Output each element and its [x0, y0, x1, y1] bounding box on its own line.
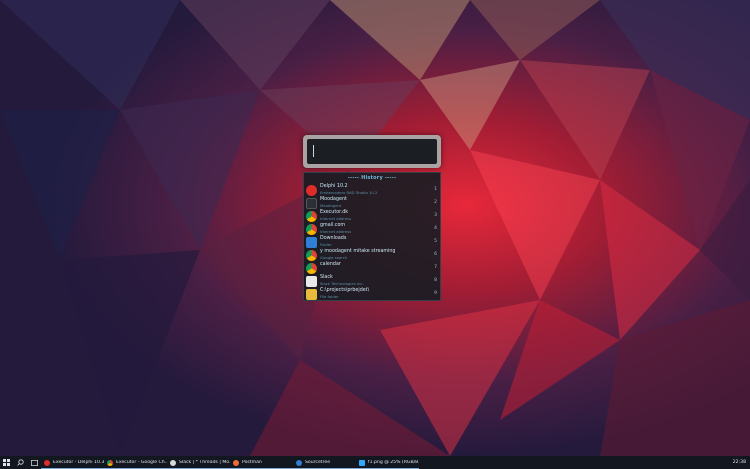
history-item-project-folder[interactable]: C:\projects\prbejdet\ File folder 9 [304, 288, 440, 301]
history-item-gmail[interactable]: gmail.com Internet address 4 [304, 223, 440, 236]
taskbar-item-slack[interactable]: Slack | * Threads | Mo... [167, 456, 230, 469]
history-item-subtitle: Slack Technologies Inc. [320, 281, 364, 286]
delphi-rx-icon [44, 459, 50, 466]
history-item-number: 6 [434, 252, 437, 257]
taskbar-item-label: Postman [242, 460, 262, 465]
history-item-subtitle: Google search [320, 255, 348, 260]
history-item-number: 9 [434, 291, 437, 296]
launcher-search-input[interactable] [307, 139, 437, 164]
taskbar-item-label: Slack | * Threads | Mo... [179, 460, 230, 465]
slack-icon [170, 459, 176, 466]
history-item-number: 1 [434, 187, 437, 192]
history-item-subtitle: Internet address [320, 216, 352, 221]
history-item-number: 8 [434, 278, 437, 283]
history-item-slack[interactable]: Slack Slack Technologies Inc. 8 [304, 275, 440, 288]
taskbar-item-postman[interactable]: Postman [230, 456, 293, 469]
task-view-icon [30, 459, 38, 466]
chrome-icon [107, 459, 113, 466]
history-header: ----- History ----- [347, 175, 397, 181]
history-item-delphi[interactable]: Delphi 10.2 Embarcadero RAD Studio 10.2 … [304, 184, 440, 197]
start-button[interactable] [0, 456, 13, 469]
taskbar-item-sourcetree[interactable]: Sourcetree [293, 456, 356, 469]
taskbar-item-label: f1.png @ 25% (RGB/8... [368, 460, 419, 465]
history-item-calendar[interactable]: calendar 7 [304, 262, 440, 275]
history-item-number: 5 [434, 239, 437, 244]
launcher-search-frame [303, 135, 441, 168]
taskbar-item-chrome[interactable]: Executor - Google Ch... [104, 456, 167, 469]
slack-icon [306, 276, 317, 287]
history-item-number: 7 [434, 265, 437, 270]
history-item-google-search[interactable]: y moodagent mitake streaming Google sear… [304, 249, 440, 262]
delphi-rx-icon [306, 185, 317, 196]
chrome-icon [306, 224, 317, 235]
history-list: Delphi 10.2 Embarcadero RAD Studio 10.2 … [304, 184, 440, 301]
photoshop-icon [359, 459, 365, 466]
moodagent-icon [306, 198, 317, 209]
history-item-moodagent[interactable]: Moodagent Moodagent 2 [304, 197, 440, 210]
history-item-subtitle: Embarcadero RAD Studio 10.2 [320, 190, 378, 195]
history-item-title: calendar [320, 262, 341, 267]
taskbar-item-label: Executor - Delphi 10.3... [53, 460, 104, 465]
taskbar: Executor - Delphi 10.3... Executor - Goo… [0, 456, 750, 469]
history-item-subtitle: File folder [320, 294, 339, 299]
history-item-number: 2 [434, 200, 437, 205]
task-view-button[interactable] [27, 456, 41, 469]
history-item-number: 4 [434, 226, 437, 231]
history-item-downloads[interactable]: Downloads Folder 5 [304, 236, 440, 249]
taskbar-item-label: Executor - Google Ch... [116, 460, 167, 465]
search-icon [16, 459, 24, 466]
search-button[interactable] [13, 456, 27, 469]
text-caret [313, 145, 314, 157]
system-clock[interactable]: 22:38 [733, 456, 746, 469]
history-item-subtitle: Internet address [320, 229, 352, 234]
windows-icon [3, 459, 10, 466]
taskbar-item-label: Sourcetree [305, 460, 331, 465]
history-item-subtitle: Folder [320, 242, 332, 247]
download-folder-icon [306, 237, 317, 248]
history-item-executor-dk[interactable]: Executor.dk Internet address 3 [304, 210, 440, 223]
chrome-icon [306, 211, 317, 222]
sourcetree-icon [296, 459, 302, 466]
postman-icon [233, 459, 239, 466]
chrome-icon [306, 263, 317, 274]
history-panel: ----- History ----- Delphi 10.2 Embarcad… [303, 172, 441, 301]
chrome-icon [306, 250, 317, 261]
taskbar-item-photoshop[interactable]: f1.png @ 25% (RGB/8... [356, 456, 419, 469]
history-item-number: 3 [434, 213, 437, 218]
folder-icon [306, 289, 317, 300]
history-item-subtitle: Moodagent [320, 203, 342, 208]
taskbar-item-delphi[interactable]: Executor - Delphi 10.3... [41, 456, 104, 469]
